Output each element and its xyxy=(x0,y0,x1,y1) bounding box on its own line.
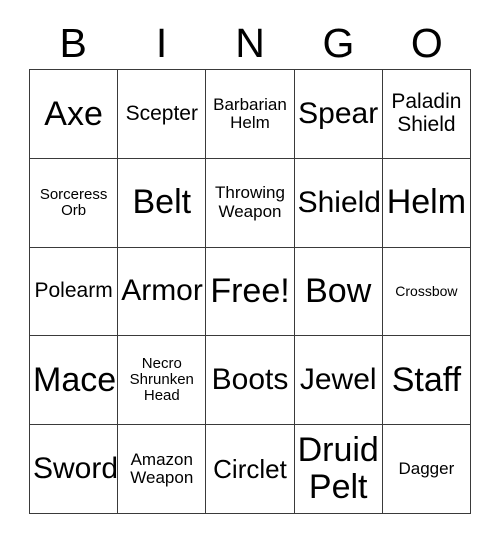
bingo-cell-label: Druid Pelt xyxy=(297,431,379,507)
bingo-cell[interactable]: Boots xyxy=(206,336,295,426)
bingo-cell[interactable]: Paladin Shield xyxy=(382,70,471,159)
header-letter-b: B xyxy=(59,20,87,66)
bingo-cell-label: Belt xyxy=(132,183,192,222)
bingo-cell[interactable]: Jewel xyxy=(294,336,383,426)
bingo-cell-label: Crossbow xyxy=(395,282,458,299)
bingo-cell[interactable]: Bow xyxy=(294,247,383,337)
bingo-cell[interactable]: Polearm xyxy=(30,247,119,337)
bingo-cell[interactable]: Belt xyxy=(118,158,207,248)
bingo-cell-label: Circlet xyxy=(213,454,287,485)
bingo-cell[interactable]: Mace xyxy=(30,336,119,426)
bingo-cell[interactable]: Amazon Weapon xyxy=(118,425,207,514)
bingo-cell[interactable]: Druid Pelt xyxy=(294,425,383,514)
header-letter-n: N xyxy=(235,20,265,66)
bingo-cell[interactable]: Barbarian Helm xyxy=(206,70,295,159)
bingo-cell-label: Scepter xyxy=(125,101,198,125)
bingo-cell-label: Dagger xyxy=(398,458,455,478)
bingo-cell[interactable]: Crossbow xyxy=(382,247,471,337)
header-letter-o: O xyxy=(410,20,443,66)
bingo-cell-label: Sword xyxy=(33,451,119,485)
bingo-cell-label: Polearm xyxy=(34,279,113,303)
bingo-cell-label: Barbarian Helm xyxy=(213,94,287,132)
bingo-cell[interactable]: Helm xyxy=(382,158,471,248)
bingo-cell-label: Boots xyxy=(211,363,289,397)
bingo-cell-label: Jewel xyxy=(299,363,377,397)
bingo-cell-label: Bow xyxy=(305,272,372,311)
bingo-grid: Axe Scepter Barbarian Helm Spear Paladin… xyxy=(29,69,471,514)
bingo-cell[interactable]: Necro Shrunken Head xyxy=(118,336,207,426)
bingo-cell[interactable]: Scepter xyxy=(118,70,207,159)
bingo-cell-label: Necro Shrunken Head xyxy=(129,355,194,405)
bingo-cell[interactable]: Shield xyxy=(294,158,383,248)
bingo-cell[interactable]: Armor xyxy=(118,247,207,337)
bingo-cell-label: Paladin Shield xyxy=(391,90,462,136)
bingo-cell-label: Helm xyxy=(386,183,467,222)
bingo-cell[interactable]: Spear xyxy=(294,70,383,159)
bingo-cell[interactable]: Axe xyxy=(30,70,119,159)
bingo-cell-label: Armor xyxy=(121,274,203,308)
bingo-cell-label: Axe xyxy=(44,94,103,133)
bingo-cell-label: Free! xyxy=(210,272,290,311)
bingo-cell-label: Mace xyxy=(33,360,117,399)
bingo-cell-label: Spear xyxy=(298,96,379,130)
bingo-cell-free[interactable]: Free! xyxy=(206,247,295,337)
bingo-card: B I N G O Axe Scepter Barbarian Helm Spe… xyxy=(0,0,500,544)
bingo-cell[interactable]: Sword xyxy=(30,425,119,514)
bingo-cell[interactable]: Circlet xyxy=(206,425,295,514)
bingo-cell-label: Amazon Weapon xyxy=(130,449,194,488)
bingo-cell[interactable]: Sorceress Orb xyxy=(30,158,119,248)
bingo-cell-label: Staff xyxy=(391,360,462,399)
header-letter-i: I xyxy=(155,20,168,66)
header-letter-g: G xyxy=(322,20,355,66)
bingo-cell-label: Shield xyxy=(297,185,381,219)
bingo-cell-label: Sorceress Orb xyxy=(39,185,108,219)
bingo-cell[interactable]: Staff xyxy=(382,336,471,426)
bingo-cell[interactable]: Throwing Weapon xyxy=(206,158,295,248)
bingo-cell[interactable]: Dagger xyxy=(382,425,471,514)
bingo-header: B I N G O xyxy=(29,18,471,69)
bingo-cell-label: Throwing Weapon xyxy=(215,183,285,221)
